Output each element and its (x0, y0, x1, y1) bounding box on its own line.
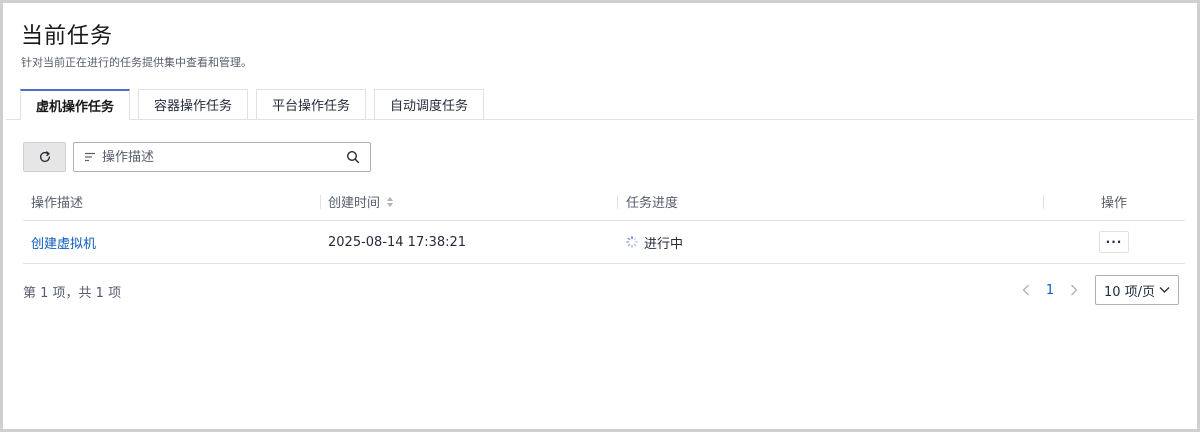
column-separator[interactable] (617, 195, 618, 209)
pagination-summary: 第 1 项，共 1 项 (23, 286, 122, 301)
app-frame: 当前任务 针对当前正在进行的任务提供集中查看和管理。 虚机操作任务 容器操作任务… (0, 0, 1200, 432)
column-header-progress: 任务进度 (626, 196, 679, 211)
pagination: 1 10 项/页 (1015, 275, 1179, 305)
tab-platform-tasks[interactable]: 平台操作任务 (256, 89, 367, 119)
table-header: 操作描述 创建时间 任务进度 操作 (23, 183, 1185, 221)
column-header-description: 操作描述 (31, 196, 84, 211)
loading-spinner-icon (626, 236, 638, 248)
task-table: 操作描述 创建时间 任务进度 操作 创建虚拟机 2025-08-14 17:38 (23, 183, 1185, 264)
refresh-icon (39, 151, 50, 162)
column-separator[interactable] (320, 195, 321, 209)
tab-container-tasks[interactable]: 容器操作任务 (138, 89, 249, 119)
page-size-select[interactable]: 10 项/页 (1095, 275, 1179, 305)
chevron-left-icon (1022, 284, 1029, 296)
task-created-at: 2025-08-14 17:38:21 (328, 234, 467, 250)
column-header-actions: 操作 (1101, 196, 1128, 211)
page-title: 当前任务 (21, 24, 114, 49)
table-row: 创建虚拟机 2025-08-14 17:38:21 进行中 ··· (23, 221, 1185, 264)
search-box[interactable] (73, 142, 371, 172)
prev-page-button[interactable] (1015, 276, 1037, 304)
task-description-link[interactable]: 创建虚拟机 (31, 233, 96, 252)
column-header-created-at[interactable]: 创建时间 (328, 183, 394, 220)
next-page-button[interactable] (1063, 276, 1085, 304)
more-actions-button[interactable]: ··· (1099, 231, 1129, 253)
search-input[interactable] (102, 149, 346, 165)
page-subtitle: 针对当前正在进行的任务提供集中查看和管理。 (21, 56, 252, 69)
refresh-button[interactable] (23, 142, 66, 172)
page-number-button[interactable]: 1 (1039, 276, 1061, 304)
tab-vm-tasks[interactable]: 虚机操作任务 (20, 89, 131, 120)
sort-icon[interactable] (386, 196, 394, 208)
chevron-down-icon (1159, 287, 1170, 293)
column-header-created-at-label: 创建时间 (328, 196, 381, 211)
filter-icon (84, 151, 96, 163)
task-status-label: 进行中 (644, 236, 684, 252)
column-separator[interactable] (1043, 195, 1044, 209)
tab-scheduling-tasks[interactable]: 自动调度任务 (374, 89, 485, 119)
chevron-right-icon (1071, 284, 1078, 296)
page-size-value: 10 项/页 (1104, 284, 1156, 300)
task-status: 进行中 (626, 233, 683, 252)
task-tabs: 虚机操作任务 容器操作任务 平台操作任务 自动调度任务 (20, 89, 485, 120)
search-icon[interactable] (346, 150, 360, 164)
tabs-divider (6, 119, 1194, 120)
